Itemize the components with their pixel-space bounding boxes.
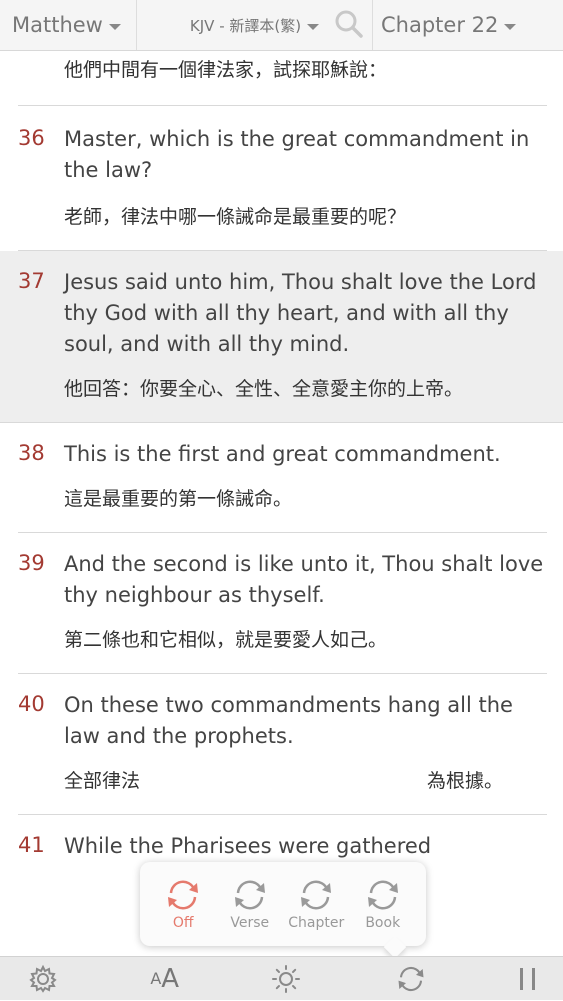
repeat-verse-label: Verse — [230, 915, 270, 931]
verse-english: Master, which is the great commandment i… — [64, 127, 530, 182]
repeat-button[interactable] — [394, 957, 428, 1001]
version-label: KJV - 新譯本(繁) — [189, 16, 302, 35]
book-label: Matthew — [12, 13, 103, 37]
chapter-label: Chapter 22 — [381, 13, 499, 37]
repeat-book-label: Book — [365, 915, 401, 931]
repeat-icon — [168, 880, 199, 910]
verse-number: 38 — [18, 441, 45, 465]
font-small-label: A — [150, 969, 162, 988]
verse-chinese: 這是最重要的第一條誡命。 — [64, 488, 293, 510]
gear-icon — [29, 964, 57, 993]
bottom-toolbar: AA — [0, 956, 563, 1000]
verse-english: While the Pharisees were gathered — [64, 834, 432, 858]
verse-number: 41 — [18, 833, 45, 857]
chevron-down-icon — [108, 24, 121, 30]
verse-number: 39 — [18, 551, 45, 575]
chapter-selector[interactable]: Chapter 22 — [372, 0, 563, 50]
verse-chinese-start: 全部律法 — [64, 770, 141, 792]
verse-english: This is the first and great commandment. — [64, 442, 501, 466]
verse-english: Jesus said unto him, Thou shalt love the… — [64, 270, 537, 356]
pause-button[interactable] — [520, 957, 535, 1001]
repeat-off-label: Off — [172, 915, 194, 931]
verse-41[interactable]: 41 While the Pharisees were gathered — [18, 815, 547, 862]
verse-number: 40 — [18, 692, 45, 716]
verse-38[interactable]: 38 This is the first and great commandme… — [18, 423, 547, 533]
verse-chinese: 全部律法 為根據。 — [64, 766, 547, 796]
verse-36[interactable]: 36 Master, which is the great commandmen… — [18, 106, 547, 251]
top-bar: Matthew KJV - 新譯本(繁) Chapter 22 — [0, 0, 563, 51]
verse-37[interactable]: 37 Jesus said unto him, Thou shalt love … — [0, 251, 563, 423]
verse-35-chinese: 他們中間有一個律法家，試探耶穌說： — [18, 51, 547, 106]
verse-english: On these two commandments hang all the l… — [64, 693, 513, 748]
bible-text: 他們中間有一個律法家，試探耶穌說： 36 Master, which is th… — [0, 51, 563, 956]
verse-english: And the second is like unto it, Thou sha… — [64, 552, 544, 607]
verse-number: 37 — [18, 269, 45, 293]
verse-chinese: 第二條也和它相似，就是要愛人如己。 — [64, 629, 388, 651]
pause-icon — [520, 967, 535, 990]
repeat-off-button[interactable]: Off — [153, 877, 213, 931]
repeat-book-button[interactable]: Book — [353, 877, 413, 931]
repeat-icon — [301, 880, 332, 910]
repeat-verse-button[interactable]: Verse — [220, 877, 280, 931]
search-icon[interactable] — [334, 9, 364, 43]
font-big-label: A — [161, 963, 180, 994]
repeat-chapter-label: Chapter — [288, 915, 345, 931]
repeat-icon — [398, 966, 424, 991]
verse-chinese: 他回答：你要全心、全性、全意愛主你的上帝。 — [64, 378, 464, 400]
version-selector[interactable]: KJV - 新譯本(繁) — [137, 0, 372, 50]
repeat-chapter-button[interactable]: Chapter — [286, 877, 346, 931]
settings-button[interactable] — [28, 957, 58, 1001]
brightness-button[interactable] — [271, 957, 301, 1001]
verse-chinese-end: 為根據。 — [427, 770, 504, 792]
sun-icon — [272, 964, 301, 993]
repeat-icon — [234, 880, 265, 910]
chevron-down-icon — [504, 24, 517, 30]
repeat-mode-popup: Off Verse Chapter Book — [140, 862, 426, 946]
verse-chinese: 老師，律法中哪一條誡命是最重要的呢？ — [64, 206, 407, 228]
verse-39[interactable]: 39 And the second is like unto it, Thou … — [18, 533, 547, 674]
repeat-icon — [367, 880, 398, 910]
book-selector[interactable]: Matthew — [0, 0, 137, 50]
verse-number: 36 — [18, 126, 45, 150]
font-size-button[interactable]: AA — [150, 957, 179, 1001]
chevron-down-icon — [307, 24, 320, 30]
verse-40[interactable]: 40 On these two commandments hang all th… — [18, 674, 547, 815]
